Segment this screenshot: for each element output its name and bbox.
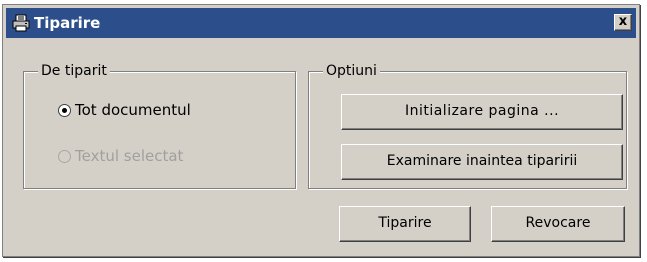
print-range-legend: De tiparit xyxy=(38,62,110,80)
radio-whole-document-label: Tot documentul xyxy=(75,101,191,119)
close-button[interactable]: x xyxy=(614,14,632,31)
printer-icon xyxy=(12,14,30,32)
options-legend: Optiuni xyxy=(323,62,380,80)
radio-whole-document[interactable]: Tot documentul xyxy=(58,100,191,120)
print-preview-button[interactable]: Examinare inaintea tiparirii xyxy=(341,144,623,180)
print-range-group: De tiparit Tot documentul Textul selecta… xyxy=(23,62,296,189)
radio-checked-icon xyxy=(58,103,71,117)
close-icon: x xyxy=(618,14,628,29)
cancel-button[interactable]: Revocare xyxy=(491,206,625,242)
radio-selected-text-label: Textul selectat xyxy=(75,147,184,165)
radio-unchecked-icon xyxy=(58,149,71,163)
page-setup-button[interactable]: Initializare pagina ... xyxy=(341,94,623,130)
print-dialog: Tiparire x De tiparit Tot documentul Tex… xyxy=(2,4,640,257)
radio-selected-text: Textul selectat xyxy=(58,146,183,166)
print-button[interactable]: Tiparire xyxy=(339,206,471,242)
options-group: Optiuni Initializare pagina ... Examinar… xyxy=(308,62,627,189)
title-bar: Tiparire x xyxy=(6,8,636,38)
dialog-title: Tiparire xyxy=(34,14,101,32)
